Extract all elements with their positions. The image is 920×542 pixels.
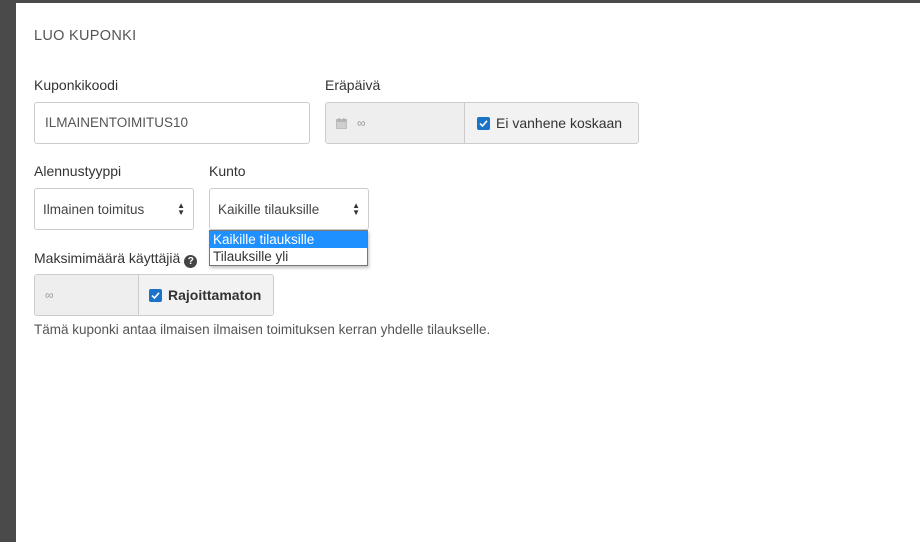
- condition-label: Kunto: [209, 163, 246, 179]
- max-users-value: ∞: [45, 288, 54, 302]
- max-users-group: ∞ Rajoittamaton: [34, 274, 274, 316]
- coupon-code-label: Kuponkikoodi: [34, 77, 119, 93]
- unlimited-checkbox[interactable]: [149, 288, 162, 302]
- discount-type-select[interactable]: Ilmainen toimitus ▲ ▼: [34, 188, 194, 230]
- create-coupon-modal: LUO KUPONKI Kuponkikoodi ILMAINENTOIMITU…: [16, 3, 920, 542]
- check-icon: [479, 119, 488, 127]
- unlimited-toggle[interactable]: Rajoittamaton: [139, 275, 273, 315]
- never-expires-toggle[interactable]: Ei vanhene koskaan: [465, 103, 638, 143]
- calendar-icon: [336, 117, 347, 129]
- max-users-input: ∞: [35, 275, 139, 315]
- expiry-date-label: Eräpäivä: [325, 77, 381, 93]
- expiry-date-group: ∞ Ei vanhene koskaan: [325, 102, 639, 144]
- discount-type-label: Alennustyyppi: [34, 163, 122, 179]
- unlimited-label: Rajoittamaton: [168, 287, 262, 303]
- modal-title: LUO KUPONKI: [34, 28, 137, 44]
- expiry-date-input: ∞: [326, 103, 465, 143]
- max-users-label: Maksimimäärä käyttäjiä: [34, 250, 181, 266]
- coupon-code-input[interactable]: ILMAINENTOIMITUS10: [34, 102, 310, 144]
- never-expires-checkbox[interactable]: [477, 116, 490, 130]
- dropdown-option-orders-over[interactable]: Tilauksille yli: [210, 248, 367, 265]
- condition-value: Kaikille tilauksille: [218, 201, 320, 217]
- dropdown-option-all-orders[interactable]: Kaikille tilauksille: [210, 231, 367, 248]
- discount-type-value: Ilmainen toimitus: [43, 201, 145, 217]
- coupon-description-text: Tämä kuponki antaa ilmaisen ilmaisen toi…: [34, 322, 491, 337]
- condition-dropdown-list: Kaikille tilauksille Tilauksille yli: [209, 230, 368, 266]
- check-icon: [151, 291, 160, 299]
- question-circle-icon[interactable]: ?: [184, 255, 198, 268]
- condition-select[interactable]: Kaikille tilauksille ▲ ▼: [209, 188, 369, 230]
- select-arrows-icon: ▲ ▼: [177, 201, 185, 217]
- select-arrows-icon: ▲ ▼: [352, 201, 360, 217]
- never-expires-label: Ei vanhene koskaan: [496, 115, 623, 131]
- expiry-date-value: ∞: [357, 116, 366, 130]
- max-users-label-row: Maksimimäärä käyttäjiä?: [34, 250, 198, 268]
